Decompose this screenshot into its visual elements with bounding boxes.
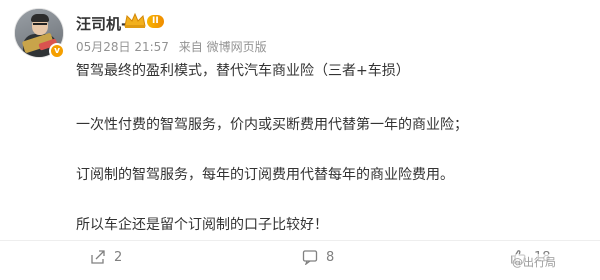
crown-icon xyxy=(124,12,146,28)
post-paragraph: 所以车企还是留个订阅制的口子比较好！ xyxy=(76,217,328,233)
post-paragraph: 一次性付费的智驾服务，价内或买断费用代替第一年的商业险； xyxy=(76,117,468,133)
share-icon xyxy=(91,250,105,264)
share-button[interactable]: 2 xyxy=(90,248,122,266)
weibo-post-card: v 汪司机- II 05月28日 21:57 来自 微博网页版 智驾最终的盈利模… xyxy=(0,0,600,280)
username[interactable]: 汪司机- xyxy=(76,13,127,34)
post-meta: 05月28日 21:57 来自 微博网页版 xyxy=(76,38,273,55)
divider xyxy=(0,240,600,241)
verified-badge-icon: v xyxy=(49,43,65,59)
comment-count: 8 xyxy=(326,249,335,265)
share-count: 2 xyxy=(114,249,123,265)
watermark: @出行局 xyxy=(512,254,556,270)
post-paragraph: 智驾最终的盈利模式，替代汽车商业险（三者+车损） xyxy=(76,63,410,79)
level-badge: II xyxy=(147,15,164,28)
post-timestamp[interactable]: 05月28日 21:57 xyxy=(76,40,169,54)
comment-button[interactable]: 8 xyxy=(302,248,334,266)
post-paragraph: 订阅制的智驾服务，每年的订阅费用代替每年的商业险费用。 xyxy=(76,167,454,183)
avatar[interactable]: v xyxy=(14,8,65,59)
post-source: 来自 微博网页版 xyxy=(178,40,267,54)
comment-icon xyxy=(302,250,318,265)
